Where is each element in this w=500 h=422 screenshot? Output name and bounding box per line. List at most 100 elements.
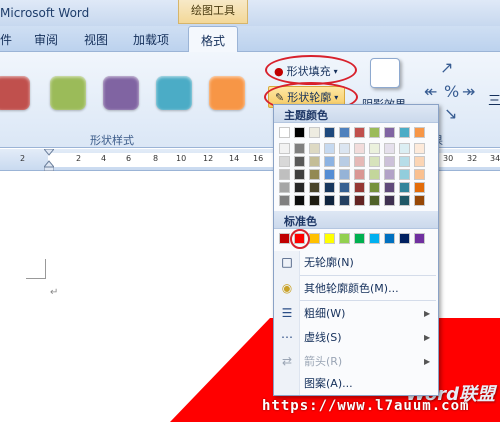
tab-addins[interactable]: 加载项 — [133, 31, 169, 48]
theme-shade-swatch[interactable] — [369, 195, 380, 206]
tab-format[interactable]: 格式 — [188, 26, 239, 52]
theme-shade-swatch[interactable] — [279, 182, 290, 193]
tab-file-fragment[interactable]: 件 — [0, 31, 12, 48]
more-outline-colors-label: 其他轮廓颜色(M)... — [304, 282, 399, 295]
standard-color-swatch[interactable] — [279, 233, 290, 244]
percent-icon[interactable]: % — [444, 82, 459, 101]
theme-color-swatch[interactable] — [369, 127, 380, 138]
theme-color-swatch[interactable] — [294, 127, 305, 138]
theme-shade-swatch[interactable] — [309, 195, 320, 206]
theme-shade-swatch[interactable] — [354, 169, 365, 180]
theme-color-swatch[interactable] — [309, 127, 320, 138]
theme-shade-swatch[interactable] — [294, 156, 305, 167]
theme-shade-swatch[interactable] — [354, 195, 365, 206]
theme-shade-swatch[interactable] — [384, 143, 395, 154]
weight-item[interactable]: ☰ 粗细(W) ▶ — [274, 302, 438, 324]
theme-color-swatch[interactable] — [339, 127, 350, 138]
theme-shade-swatch[interactable] — [324, 143, 335, 154]
theme-color-swatch[interactable] — [354, 127, 365, 138]
theme-shade-swatch[interactable] — [399, 195, 410, 206]
theme-shade-swatch[interactable] — [354, 182, 365, 193]
dashes-item[interactable]: ⋯ 虚线(S) ▶ — [274, 326, 438, 348]
theme-color-swatch[interactable] — [384, 127, 395, 138]
fill-highlight-circle — [265, 55, 357, 85]
chevron-right-icon: ▶ — [424, 308, 431, 318]
standard-color-swatch[interactable] — [399, 233, 410, 244]
nudge-left-icon[interactable]: ↞ — [424, 82, 437, 101]
theme-shade-swatch[interactable] — [324, 156, 335, 167]
standard-color-swatch[interactable] — [384, 233, 395, 244]
theme-color-swatch[interactable] — [324, 127, 335, 138]
standard-color-swatch[interactable] — [324, 233, 335, 244]
theme-colors-header: 主题颜色 — [274, 105, 438, 123]
theme-shade-swatch[interactable] — [354, 156, 365, 167]
standard-color-swatch[interactable] — [339, 233, 350, 244]
pattern-item[interactable]: 图案(A)... — [274, 372, 438, 394]
theme-shade-swatch[interactable] — [324, 195, 335, 206]
no-outline-label: 无轮廓(N) — [304, 256, 354, 269]
standard-color-swatch[interactable] — [369, 233, 380, 244]
theme-shade-swatch[interactable] — [384, 182, 395, 193]
shape-style-green[interactable] — [50, 76, 86, 110]
theme-shade-swatch[interactable] — [339, 169, 350, 180]
theme-shade-swatch[interactable] — [384, 169, 395, 180]
theme-shade-swatch[interactable] — [294, 143, 305, 154]
theme-shade-swatch[interactable] — [294, 169, 305, 180]
shape-style-purple[interactable] — [103, 76, 139, 110]
theme-shade-swatch[interactable] — [414, 182, 425, 193]
shape-style-blue[interactable] — [156, 76, 192, 110]
theme-shade-swatch[interactable] — [384, 156, 395, 167]
nudge-up-icon[interactable]: ↗ — [440, 58, 453, 77]
dash-style-icon: ⋯ — [281, 330, 293, 344]
theme-shade-swatch[interactable] — [414, 143, 425, 154]
theme-shade-swatch[interactable] — [399, 156, 410, 167]
chevron-right-icon: ▶ — [424, 332, 431, 342]
ruler-number: 8 — [153, 154, 159, 163]
standard-color-swatch[interactable] — [414, 233, 425, 244]
standard-color-swatch[interactable] — [309, 233, 320, 244]
theme-shade-swatch[interactable] — [369, 182, 380, 193]
theme-shade-swatch[interactable] — [309, 182, 320, 193]
theme-shade-swatch[interactable] — [309, 156, 320, 167]
theme-shade-swatch[interactable] — [414, 169, 425, 180]
theme-shade-swatch[interactable] — [309, 169, 320, 180]
theme-shade-swatch[interactable] — [279, 143, 290, 154]
shape-style-orange[interactable] — [209, 76, 245, 110]
indent-marker-icon[interactable] — [44, 149, 54, 171]
standard-color-swatch[interactable] — [354, 233, 365, 244]
theme-shade-swatch[interactable] — [399, 169, 410, 180]
theme-shade-swatch[interactable] — [369, 156, 380, 167]
tab-view[interactable]: 视图 — [84, 31, 108, 48]
theme-shade-swatch[interactable] — [279, 156, 290, 167]
theme-shade-swatch[interactable] — [294, 195, 305, 206]
shape-style-red[interactable] — [0, 76, 30, 110]
theme-shade-swatch[interactable] — [279, 195, 290, 206]
theme-shade-swatch[interactable] — [324, 182, 335, 193]
theme-shade-swatch[interactable] — [339, 156, 350, 167]
theme-color-swatch[interactable] — [279, 127, 290, 138]
more-outline-colors-item[interactable]: ◉ 其他轮廓颜色(M)... — [274, 277, 438, 299]
theme-shade-swatch[interactable] — [339, 182, 350, 193]
no-outline-item[interactable]: □ 无轮廓(N) — [274, 251, 438, 273]
theme-shade-swatch[interactable] — [294, 182, 305, 193]
theme-shade-swatch[interactable] — [369, 143, 380, 154]
theme-shade-swatch[interactable] — [309, 143, 320, 154]
theme-color-swatch[interactable] — [399, 127, 410, 138]
theme-shade-swatch[interactable] — [324, 169, 335, 180]
theme-shade-swatch[interactable] — [339, 195, 350, 206]
theme-shade-swatch[interactable] — [399, 143, 410, 154]
ruler-number: 16 — [253, 154, 264, 163]
nudge-down-icon[interactable]: ↘ — [444, 104, 457, 123]
arrows-item: ⇄ 箭头(R) ▶ — [274, 350, 438, 372]
theme-shade-swatch[interactable] — [414, 156, 425, 167]
theme-color-swatch[interactable] — [414, 127, 425, 138]
theme-shade-swatch[interactable] — [354, 143, 365, 154]
nudge-right-icon[interactable]: ↠ — [462, 82, 475, 101]
tab-review[interactable]: 审阅 — [34, 31, 58, 48]
theme-shade-swatch[interactable] — [399, 182, 410, 193]
theme-shade-swatch[interactable] — [414, 195, 425, 206]
theme-shade-swatch[interactable] — [384, 195, 395, 206]
theme-shade-swatch[interactable] — [279, 169, 290, 180]
theme-shade-swatch[interactable] — [339, 143, 350, 154]
theme-shade-swatch[interactable] — [369, 169, 380, 180]
